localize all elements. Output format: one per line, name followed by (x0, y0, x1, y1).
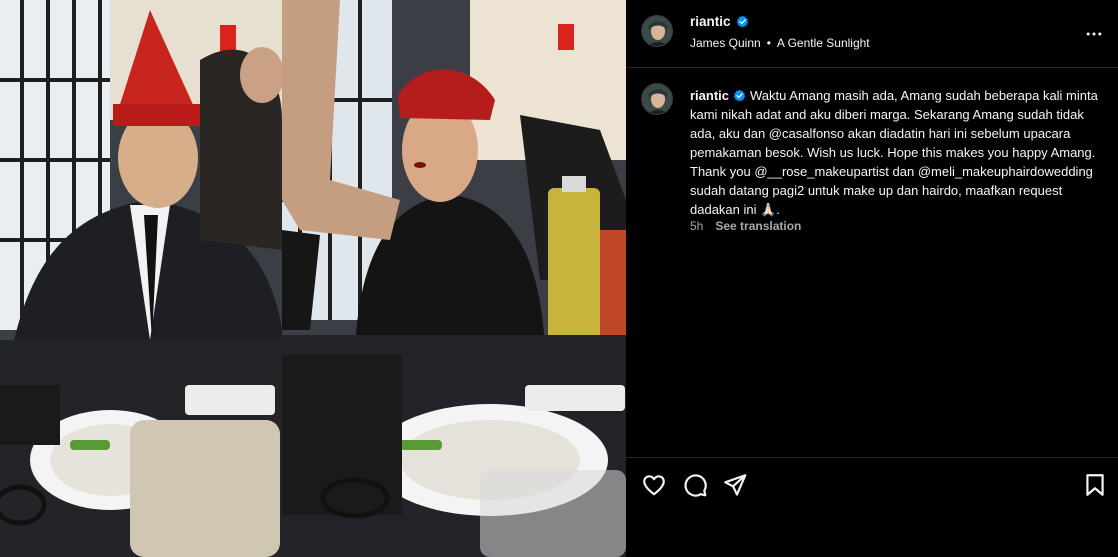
audio-info[interactable]: James Quinn • A Gentle Sunlight (690, 36, 870, 50)
right-video-panel (282, 0, 626, 557)
comments-section: riantic Waktu Amang masih ada, Amang sud… (626, 69, 1118, 457)
left-video-panel (0, 0, 284, 557)
post-username[interactable]: riantic (690, 14, 731, 29)
video-frame (0, 0, 626, 557)
heart-icon[interactable] (641, 472, 667, 498)
send-icon[interactable] (722, 472, 748, 498)
post-header: riantic James Quinn • A Gentle Sunlight (626, 0, 1118, 68)
caption-avatar[interactable] (641, 83, 673, 115)
post-media[interactable] (0, 0, 626, 557)
caption-username[interactable]: riantic (690, 88, 729, 103)
action-bar (626, 457, 1118, 513)
audio-title[interactable]: A Gentle Sunlight (777, 36, 870, 50)
audio-artist[interactable]: James Quinn (690, 36, 761, 50)
avatar-image (642, 16, 672, 46)
post-username-row[interactable]: riantic (690, 14, 749, 29)
see-translation-button[interactable]: See translation (715, 219, 801, 233)
avatar[interactable] (641, 15, 673, 47)
post-timestamp[interactable]: 5h (690, 219, 703, 233)
post-caption: riantic Waktu Amang masih ada, Amang sud… (690, 86, 1100, 219)
more-options-icon[interactable] (1084, 24, 1104, 44)
caption-meta: 5h See translation (690, 219, 801, 233)
avatar-image (642, 84, 672, 114)
bookmark-icon[interactable] (1082, 472, 1108, 498)
caption-text: Waktu Amang masih ada, Amang sudah beber… (690, 88, 1098, 217)
post-details-panel: riantic James Quinn • A Gentle Sunlight (626, 0, 1118, 557)
verified-badge-icon (736, 15, 748, 28)
comment-icon[interactable] (682, 472, 708, 498)
audio-separator: • (766, 36, 771, 50)
verified-badge-icon (733, 89, 746, 102)
